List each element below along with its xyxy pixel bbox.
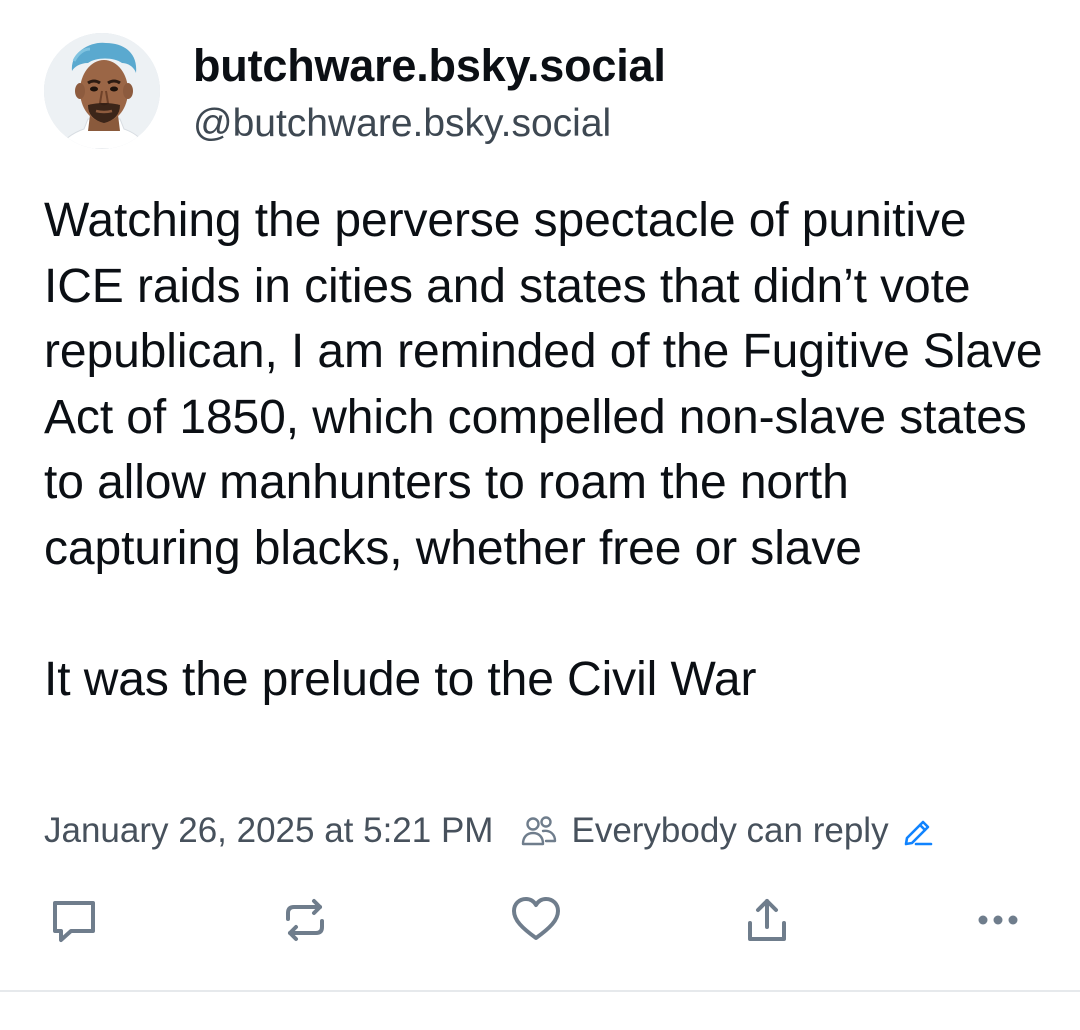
post-meta: January 26, 2025 at 5:21 PM Everybody ca… [44,808,935,854]
avatar[interactable] [44,33,160,149]
share-icon [748,899,786,941]
heart-icon [512,897,560,940]
post-text: Watching the perverse spectacle of punit… [44,188,1054,712]
reply-setting[interactable]: Everybody can reply [571,811,888,851]
profile-photo-icon [44,33,160,149]
post-timestamp[interactable]: January 26, 2025 at 5:21 PM [44,811,493,851]
post-paragraph: Watching the perverse spectacle of punit… [44,194,1043,575]
divider [0,990,1080,992]
action-bar [0,888,1080,952]
post: butchware.bsky.social @butchware.bsky.so… [0,0,1080,990]
like-button[interactable] [504,888,568,952]
more-button[interactable] [966,888,1030,952]
people-icon [519,811,559,851]
author-handle[interactable]: @butchware.bsky.social [193,100,611,148]
author-display-name[interactable]: butchware.bsky.social [193,40,666,92]
repost-button[interactable] [273,888,337,952]
share-button[interactable] [735,888,799,952]
reply-button[interactable] [42,888,106,952]
repost-icon [286,899,324,941]
more-icon [978,915,1018,925]
pencil-icon[interactable] [901,814,935,848]
comment-icon [53,901,95,942]
post-paragraph: It was the prelude to the Civil War [44,652,757,706]
